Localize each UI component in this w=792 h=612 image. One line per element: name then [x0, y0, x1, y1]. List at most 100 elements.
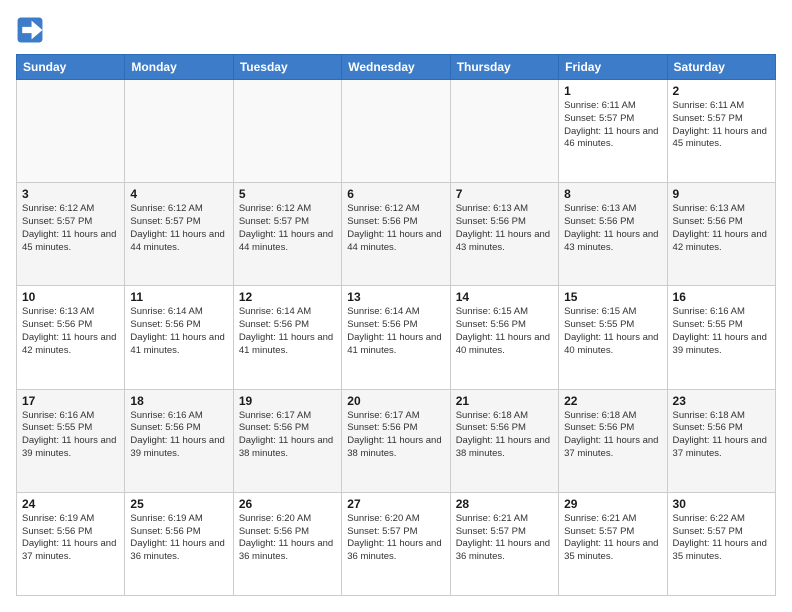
day-info: Sunrise: 6:18 AM Sunset: 5:56 PM Dayligh… — [673, 410, 770, 461]
day-number: 6 — [347, 187, 444, 201]
day-number: 14 — [456, 290, 553, 304]
day-cell — [17, 80, 125, 183]
day-info: Sunrise: 6:13 AM Sunset: 5:56 PM Dayligh… — [564, 203, 661, 254]
day-cell — [125, 80, 233, 183]
day-info: Sunrise: 6:11 AM Sunset: 5:57 PM Dayligh… — [673, 100, 770, 151]
day-cell — [450, 80, 558, 183]
weekday-header-wednesday: Wednesday — [342, 55, 450, 80]
day-info: Sunrise: 6:12 AM Sunset: 5:57 PM Dayligh… — [22, 203, 119, 254]
weekday-header-friday: Friday — [559, 55, 667, 80]
day-info: Sunrise: 6:15 AM Sunset: 5:55 PM Dayligh… — [564, 306, 661, 357]
week-row-5: 24 Sunrise: 6:19 AM Sunset: 5:56 PM Dayli… — [17, 492, 776, 595]
day-info: Sunrise: 6:20 AM Sunset: 5:57 PM Dayligh… — [347, 513, 444, 564]
day-info: Sunrise: 6:16 AM Sunset: 5:56 PM Dayligh… — [130, 410, 227, 461]
day-cell: 28 Sunrise: 6:21 AM Sunset: 5:57 PM Dayli… — [450, 492, 558, 595]
day-cell: 29 Sunrise: 6:21 AM Sunset: 5:57 PM Dayli… — [559, 492, 667, 595]
day-number: 30 — [673, 497, 770, 511]
day-cell: 4 Sunrise: 6:12 AM Sunset: 5:57 PM Daylig… — [125, 183, 233, 286]
weekday-header-monday: Monday — [125, 55, 233, 80]
day-info: Sunrise: 6:12 AM Sunset: 5:56 PM Dayligh… — [347, 203, 444, 254]
logo — [16, 16, 48, 44]
day-info: Sunrise: 6:11 AM Sunset: 5:57 PM Dayligh… — [564, 100, 661, 151]
day-cell: 2 Sunrise: 6:11 AM Sunset: 5:57 PM Daylig… — [667, 80, 775, 183]
day-info: Sunrise: 6:22 AM Sunset: 5:57 PM Dayligh… — [673, 513, 770, 564]
day-number: 11 — [130, 290, 227, 304]
day-info: Sunrise: 6:16 AM Sunset: 5:55 PM Dayligh… — [22, 410, 119, 461]
day-number: 8 — [564, 187, 661, 201]
header — [16, 16, 776, 44]
day-info: Sunrise: 6:14 AM Sunset: 5:56 PM Dayligh… — [239, 306, 336, 357]
day-cell: 13 Sunrise: 6:14 AM Sunset: 5:56 PM Dayli… — [342, 286, 450, 389]
day-cell: 27 Sunrise: 6:20 AM Sunset: 5:57 PM Dayli… — [342, 492, 450, 595]
day-number: 9 — [673, 187, 770, 201]
weekday-header-tuesday: Tuesday — [233, 55, 341, 80]
day-cell: 18 Sunrise: 6:16 AM Sunset: 5:56 PM Dayli… — [125, 389, 233, 492]
day-cell: 3Sunrise: 6:12 AM Sunset: 5:57 PM Daylig… — [17, 183, 125, 286]
day-cell: 11 Sunrise: 6:14 AM Sunset: 5:56 PM Dayli… — [125, 286, 233, 389]
day-number: 24 — [22, 497, 119, 511]
day-cell: 5 Sunrise: 6:12 AM Sunset: 5:57 PM Daylig… — [233, 183, 341, 286]
day-cell: 24 Sunrise: 6:19 AM Sunset: 5:56 PM Dayli… — [17, 492, 125, 595]
day-cell: 30 Sunrise: 6:22 AM Sunset: 5:57 PM Dayli… — [667, 492, 775, 595]
day-cell: 7 Sunrise: 6:13 AM Sunset: 5:56 PM Daylig… — [450, 183, 558, 286]
day-info: Sunrise: 6:13 AM Sunset: 5:56 PM Dayligh… — [456, 203, 553, 254]
day-info: Sunrise: 6:19 AM Sunset: 5:56 PM Dayligh… — [22, 513, 119, 564]
day-cell: 14 Sunrise: 6:15 AM Sunset: 5:56 PM Dayli… — [450, 286, 558, 389]
calendar-table: SundayMondayTuesdayWednesdayThursdayFrid… — [16, 54, 776, 596]
day-cell: 26Sunrise: 6:20 AM Sunset: 5:56 PM Dayli… — [233, 492, 341, 595]
day-number: 26 — [239, 497, 336, 511]
day-number: 15 — [564, 290, 661, 304]
day-number: 29 — [564, 497, 661, 511]
day-number: 27 — [347, 497, 444, 511]
logo-icon — [16, 16, 44, 44]
day-info: Sunrise: 6:14 AM Sunset: 5:56 PM Dayligh… — [130, 306, 227, 357]
day-info: Sunrise: 6:12 AM Sunset: 5:57 PM Dayligh… — [239, 203, 336, 254]
day-number: 5 — [239, 187, 336, 201]
day-info: Sunrise: 6:16 AM Sunset: 5:55 PM Dayligh… — [673, 306, 770, 357]
day-number: 17 — [22, 394, 119, 408]
day-info: Sunrise: 6:21 AM Sunset: 5:57 PM Dayligh… — [564, 513, 661, 564]
day-info: Sunrise: 6:17 AM Sunset: 5:56 PM Dayligh… — [239, 410, 336, 461]
day-info: Sunrise: 6:21 AM Sunset: 5:57 PM Dayligh… — [456, 513, 553, 564]
day-cell: 21 Sunrise: 6:18 AM Sunset: 5:56 PM Dayli… — [450, 389, 558, 492]
day-info: Sunrise: 6:14 AM Sunset: 5:56 PM Dayligh… — [347, 306, 444, 357]
day-cell: 15 Sunrise: 6:15 AM Sunset: 5:55 PM Dayli… — [559, 286, 667, 389]
week-row-4: 17 Sunrise: 6:16 AM Sunset: 5:55 PM Dayli… — [17, 389, 776, 492]
day-cell: 17 Sunrise: 6:16 AM Sunset: 5:55 PM Dayli… — [17, 389, 125, 492]
day-info: Sunrise: 6:18 AM Sunset: 5:56 PM Dayligh… — [456, 410, 553, 461]
day-number: 12 — [239, 290, 336, 304]
day-number: 28 — [456, 497, 553, 511]
day-number: 2 — [673, 84, 770, 98]
day-info: Sunrise: 6:19 AM Sunset: 5:56 PM Dayligh… — [130, 513, 227, 564]
day-number: 13 — [347, 290, 444, 304]
day-cell: 20 Sunrise: 6:17 AM Sunset: 5:56 PM Dayli… — [342, 389, 450, 492]
day-number: 18 — [130, 394, 227, 408]
day-number: 20 — [347, 394, 444, 408]
week-row-1: 1 Sunrise: 6:11 AM Sunset: 5:57 PM Daylig… — [17, 80, 776, 183]
day-cell: 16 Sunrise: 6:16 AM Sunset: 5:55 PM Dayli… — [667, 286, 775, 389]
day-info: Sunrise: 6:12 AM Sunset: 5:57 PM Dayligh… — [130, 203, 227, 254]
day-info: Sunrise: 6:13 AM Sunset: 5:56 PM Dayligh… — [673, 203, 770, 254]
day-number: 21 — [456, 394, 553, 408]
week-row-2: 3Sunrise: 6:12 AM Sunset: 5:57 PM Daylig… — [17, 183, 776, 286]
day-number: 25 — [130, 497, 227, 511]
day-cell: 10Sunrise: 6:13 AM Sunset: 5:56 PM Dayli… — [17, 286, 125, 389]
day-cell: 22Sunrise: 6:18 AM Sunset: 5:56 PM Dayli… — [559, 389, 667, 492]
week-row-3: 10Sunrise: 6:13 AM Sunset: 5:56 PM Dayli… — [17, 286, 776, 389]
day-cell: 23 Sunrise: 6:18 AM Sunset: 5:56 PM Dayli… — [667, 389, 775, 492]
day-info: Sunrise: 6:15 AM Sunset: 5:56 PM Dayligh… — [456, 306, 553, 357]
day-number: 1 — [564, 84, 661, 98]
day-number: 16 — [673, 290, 770, 304]
day-cell — [342, 80, 450, 183]
day-number: 7 — [456, 187, 553, 201]
day-number: 4 — [130, 187, 227, 201]
day-cell — [233, 80, 341, 183]
weekday-header-sunday: Sunday — [17, 55, 125, 80]
day-cell: 9 Sunrise: 6:13 AM Sunset: 5:56 PM Daylig… — [667, 183, 775, 286]
day-cell: 1 Sunrise: 6:11 AM Sunset: 5:57 PM Daylig… — [559, 80, 667, 183]
day-info: Sunrise: 6:17 AM Sunset: 5:56 PM Dayligh… — [347, 410, 444, 461]
page: SundayMondayTuesdayWednesdayThursdayFrid… — [0, 0, 792, 612]
day-number: 23 — [673, 394, 770, 408]
weekday-header-saturday: Saturday — [667, 55, 775, 80]
day-info: Sunrise: 6:18 AM Sunset: 5:56 PM Dayligh… — [564, 410, 661, 461]
